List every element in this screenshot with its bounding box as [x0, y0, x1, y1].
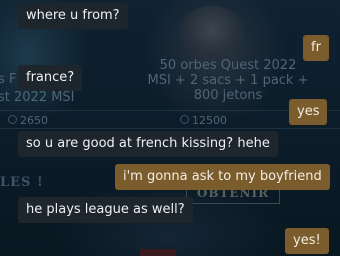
offer-title-line: 50 orbes Quest 2022	[159, 58, 297, 73]
background-divider	[0, 128, 340, 129]
incoming-message: france?	[18, 65, 83, 91]
left-offer-price: 2650	[20, 114, 48, 127]
section-title-fragment: LES !	[0, 175, 44, 190]
left-offer-subtitle-fragment: st 2022 MSI	[0, 90, 75, 105]
outgoing-message: yes!	[285, 228, 329, 254]
offer-title-line: MSI + 2 sacs + 1 pack +	[147, 73, 309, 88]
incoming-message: where u from?	[18, 3, 128, 29]
coin-icon	[8, 115, 17, 124]
offer-title: 50 orbes Quest 2022 MSI + 2 sacs + 1 pac…	[142, 58, 314, 103]
outgoing-message: yes	[289, 99, 328, 125]
offer-price: 12500	[192, 114, 227, 127]
incoming-message: he plays league as well?	[18, 197, 193, 223]
outgoing-message: fr	[303, 35, 329, 61]
offer-emblem-image	[178, 6, 246, 60]
coin-icon	[180, 115, 189, 124]
item-thumbnail	[140, 249, 176, 256]
incoming-message: so u are good at french kissing? hehe	[18, 131, 278, 157]
left-offer-title-fragment: s F	[0, 72, 17, 87]
outgoing-message: i'm gonna ask to my boyfriend	[115, 164, 330, 190]
